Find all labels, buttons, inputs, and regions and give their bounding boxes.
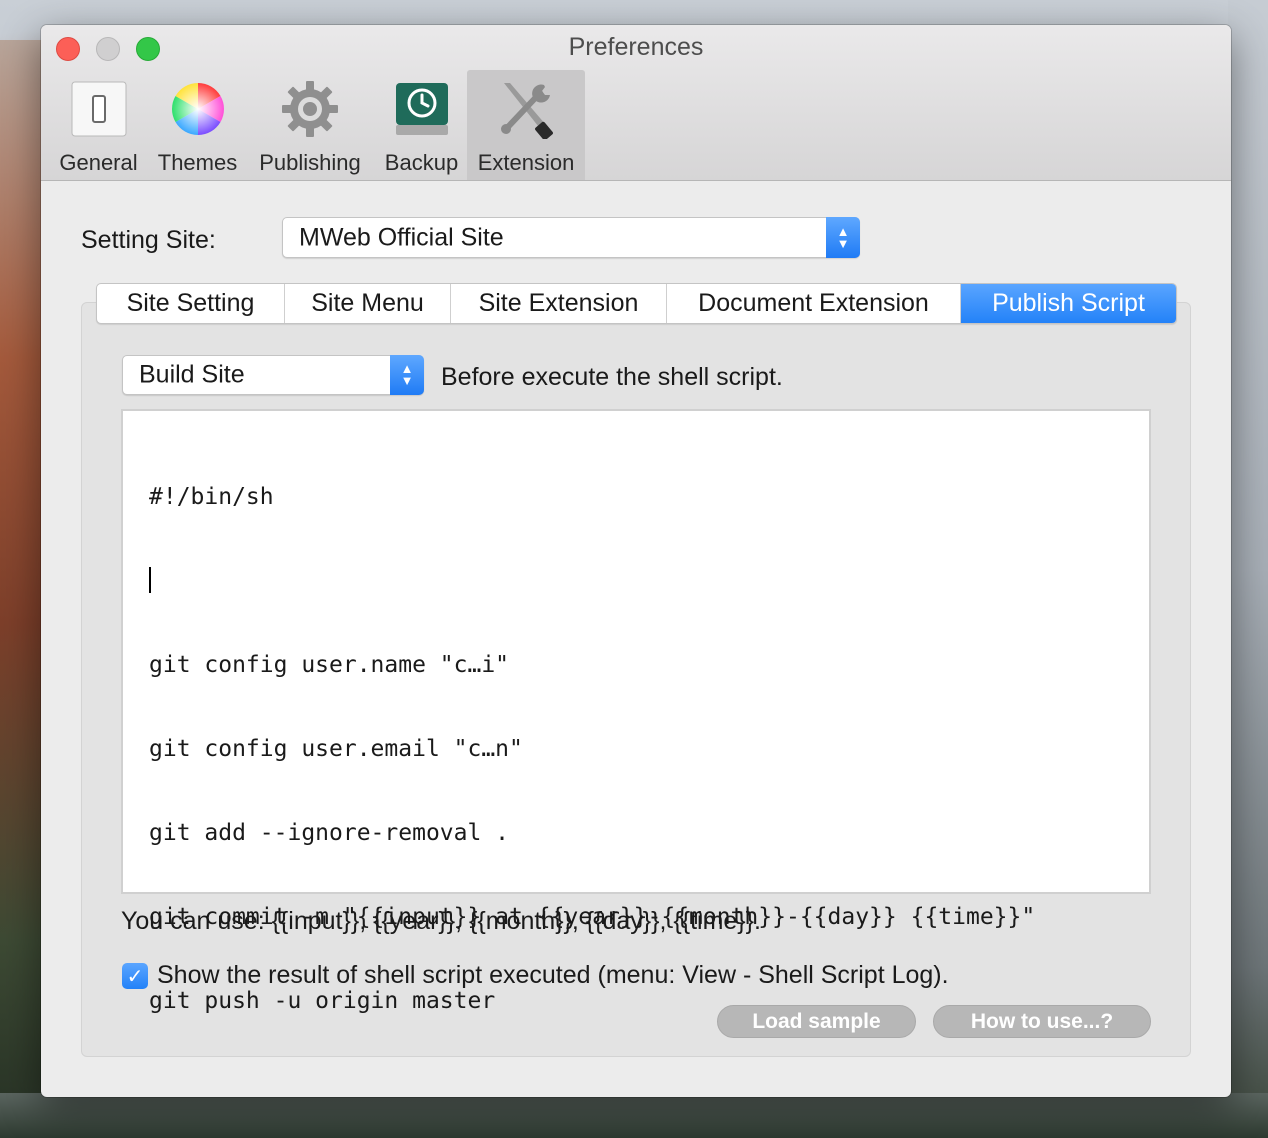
tools-icon xyxy=(496,78,556,140)
select-stepper-icon: ▲ ▼ xyxy=(390,355,424,395)
gear-icon xyxy=(280,78,340,140)
setting-site-label: Setting Site: xyxy=(81,226,216,254)
desktop-background-cliff xyxy=(0,40,45,1100)
chevron-down-icon: ▼ xyxy=(400,373,414,388)
code-line-with-caret xyxy=(149,567,1035,595)
toolbar-item-themes[interactable]: Themes xyxy=(152,70,244,180)
setting-site-value: MWeb Official Site xyxy=(299,223,504,251)
tab-publish-script[interactable]: Publish Script xyxy=(961,284,1176,323)
toolbar-label-backup: Backup xyxy=(384,150,459,175)
window-title: Preferences xyxy=(568,33,704,61)
script-stage-value: Build Site xyxy=(139,360,245,389)
toolbar-item-extension[interactable]: Extension xyxy=(467,70,585,180)
show-result-label[interactable]: Show the result of shell script executed… xyxy=(157,961,949,990)
code-line: git config user.email "c…n" xyxy=(149,736,523,762)
toolbar-label-publishing: Publishing xyxy=(259,150,361,175)
chevron-down-icon: ▼ xyxy=(836,235,850,251)
checkmark-icon: ✓ xyxy=(126,965,144,988)
code-line: #!/bin/sh xyxy=(149,484,274,510)
load-sample-button[interactable]: Load sample xyxy=(717,1005,916,1038)
toolbar-label-general: General xyxy=(59,150,138,175)
toolbar-label-extension: Extension xyxy=(477,150,575,175)
variables-hint: You can use: {{input}}, {{year}}, {{mont… xyxy=(121,907,761,935)
toolbar-item-backup[interactable]: Backup xyxy=(376,70,467,180)
show-result-checkbox[interactable]: ✓ xyxy=(122,963,148,989)
tab-site-menu[interactable]: Site Menu xyxy=(285,284,451,323)
script-stage-description: Before execute the shell script. xyxy=(441,363,783,391)
script-editor[interactable]: #!/bin/sh git config user.name "c…i" git… xyxy=(121,409,1151,1014)
select-stepper-icon: ▲ ▼ xyxy=(826,217,860,258)
segmented-tabs: Site Setting Site Menu Site Extension Do… xyxy=(96,283,1177,324)
switch-icon xyxy=(69,78,129,140)
tab-site-setting[interactable]: Site Setting xyxy=(97,284,285,323)
code-line: git add --ignore-removal . xyxy=(149,820,510,846)
code-line: git config user.name "c…i" xyxy=(149,652,510,678)
preferences-window: Preferences General Themes Publishing Ba… xyxy=(41,25,1231,1097)
color-wheel-icon xyxy=(168,78,228,140)
setting-site-select[interactable]: MWeb Official Site ▲ ▼ xyxy=(282,217,860,258)
toolbar-item-publishing[interactable]: Publishing xyxy=(250,70,370,180)
script-stage-select[interactable]: Build Site ▲ ▼ xyxy=(122,355,424,395)
text-caret xyxy=(149,567,151,593)
how-to-use-button[interactable]: How to use...? xyxy=(933,1005,1151,1038)
toolbar-label-themes: Themes xyxy=(157,150,238,175)
titlebar: Preferences General Themes Publishing Ba… xyxy=(41,25,1231,181)
time-machine-icon xyxy=(392,78,452,140)
toolbar-item-general[interactable]: General xyxy=(52,70,145,180)
desktop-background-right xyxy=(1228,0,1268,1138)
desktop-background-rocks xyxy=(0,1093,1268,1138)
tab-document-extension[interactable]: Document Extension xyxy=(667,284,961,323)
tab-site-extension[interactable]: Site Extension xyxy=(451,284,667,323)
